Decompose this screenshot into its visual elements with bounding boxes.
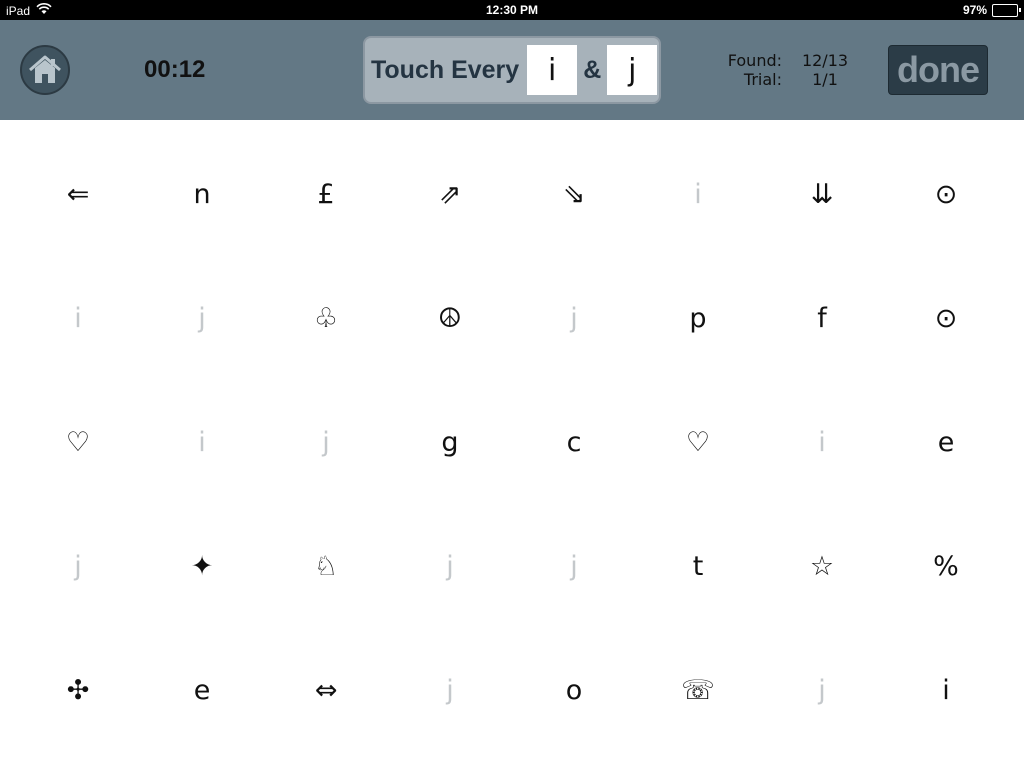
found-value: 12/13	[801, 51, 849, 70]
grid-cell[interactable]: ♡	[636, 380, 760, 504]
trial-row: Trial: 1/1	[720, 70, 866, 89]
home-icon	[29, 55, 61, 83]
grid-cell[interactable]: t	[636, 504, 760, 628]
done-button[interactable]: done	[888, 45, 988, 95]
grid-cell-found[interactable]: j	[760, 628, 884, 752]
symbol-grid: ⇐ n £ ⇗ ⇘ i ⇊ ⊙ i j ♧ ☮ j p f ⊙ ♡ i j g c ♡ i e j ✦ ♘ j j t ☆% ✣ e ⇔ j o ☏ j i	[16, 132, 1008, 752]
status-right: 97%	[962, 3, 1021, 17]
grid-cell[interactable]: ⇊	[760, 132, 884, 256]
grid-cell-found[interactable]: j	[264, 380, 388, 504]
grid-cell-found[interactable]: i	[140, 380, 264, 504]
grid-cell[interactable]: i	[884, 628, 1008, 752]
grid-cell[interactable]: ♧	[264, 256, 388, 380]
grid-cell[interactable]: ♡	[16, 380, 140, 504]
grid-cell-found[interactable]: j	[388, 628, 512, 752]
target-letter-1: i	[527, 45, 578, 95]
grid-cell[interactable]: g	[388, 380, 512, 504]
grid-cell-found[interactable]: j	[512, 256, 636, 380]
grid-cell[interactable]: e	[884, 380, 1008, 504]
instruction-conjunction: &	[583, 55, 602, 84]
instruction-label: Touch Every	[371, 55, 520, 84]
battery-percent: 97%	[962, 3, 987, 17]
grid-cell-found[interactable]: i	[16, 256, 140, 380]
grid-cell[interactable]: ⇔	[264, 628, 388, 752]
grid-cell-found[interactable]: j	[388, 504, 512, 628]
game-header: 00:12 Touch Every i & j Found: 12/13 Tri…	[0, 20, 1024, 120]
grid-cell[interactable]: ☏	[636, 628, 760, 752]
grid-cell[interactable]: ♘	[264, 504, 388, 628]
grid-cell[interactable]: ⊙	[884, 132, 1008, 256]
grid-cell[interactable]: c	[512, 380, 636, 504]
status-bar: iPad 12:30 PM 97%	[0, 0, 1024, 20]
grid-cell[interactable]: p	[636, 256, 760, 380]
grid-cell[interactable]: ⇐	[16, 132, 140, 256]
home-button[interactable]	[20, 45, 70, 95]
grid-cell[interactable]: ☆	[760, 504, 884, 628]
grid-cell[interactable]: n	[140, 132, 264, 256]
grid-cell[interactable]: e	[140, 628, 264, 752]
grid-cell[interactable]: f	[760, 256, 884, 380]
grid-cell[interactable]: ⇘	[512, 132, 636, 256]
grid-cell[interactable]: ✦	[140, 504, 264, 628]
grid-cell[interactable]: %	[884, 504, 1008, 628]
score-panel: Found: 12/13 Trial: 1/1	[720, 51, 866, 89]
target-letter-2: j	[607, 45, 658, 95]
found-row: Found: 12/13	[720, 51, 866, 70]
grid-cell[interactable]: ⇗	[388, 132, 512, 256]
grid-cell-found[interactable]: i	[760, 380, 884, 504]
battery-icon	[992, 3, 1021, 17]
trial-value: 1/1	[812, 70, 838, 89]
grid-cell-found[interactable]: i	[636, 132, 760, 256]
grid-cell-found[interactable]: j	[140, 256, 264, 380]
grid-cell[interactable]: ⊙	[884, 256, 1008, 380]
trial-label: Trial:	[743, 70, 782, 89]
grid-cell[interactable]: £	[264, 132, 388, 256]
grid-cell-found[interactable]: j	[16, 504, 140, 628]
instruction-panel: Touch Every i & j	[363, 36, 661, 104]
grid-cell[interactable]: o	[512, 628, 636, 752]
grid-cell[interactable]: ☮	[388, 256, 512, 380]
grid-cell[interactable]: ✣	[16, 628, 140, 752]
timer: 00:12	[144, 56, 206, 83]
status-time: 12:30 PM	[485, 3, 539, 17]
found-label: Found:	[727, 51, 782, 70]
grid-cell-found[interactable]: j	[512, 504, 636, 628]
